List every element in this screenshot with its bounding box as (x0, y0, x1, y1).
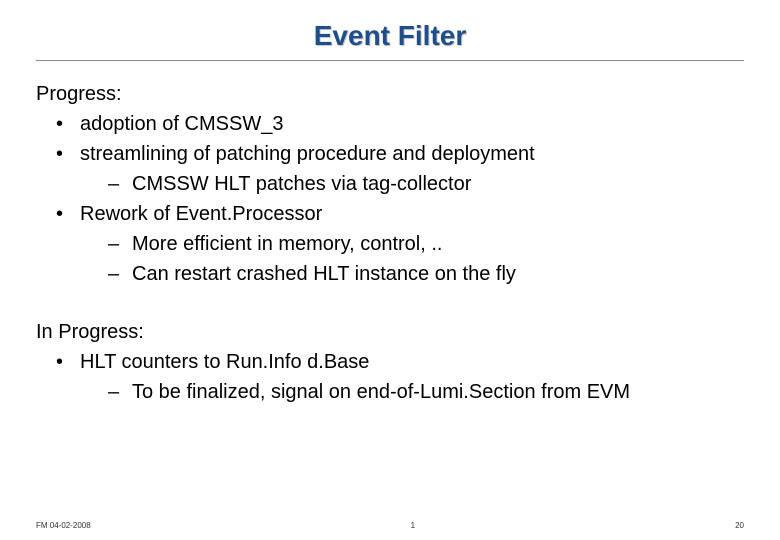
footer-center: 1 (411, 521, 415, 530)
dash-text: CMSSW HLT patches via tag-collector (132, 173, 471, 195)
footer-left: FM 04-02-2008 (36, 521, 91, 530)
slide-title: Event Filter (36, 20, 744, 60)
list-item: HLT counters to Run.Info d.Base To be fi… (56, 347, 744, 407)
title-rule (36, 60, 744, 61)
in-progress-list: HLT counters to Run.Info d.Base To be fi… (56, 347, 744, 407)
list-item: To be finalized, signal on end-of-Lumi.S… (108, 377, 744, 407)
footer-right: 20 (735, 521, 744, 530)
list-item: Rework of Event.Processor More efficient… (56, 199, 744, 289)
list-item: More efficient in memory, control, .. (108, 229, 744, 259)
slide-body: Progress: adoption of CMSSW_3 streamlini… (36, 79, 744, 407)
progress-list: adoption of CMSSW_3 streamlining of patc… (56, 109, 744, 289)
progress-label: Progress: (36, 79, 744, 109)
in-progress-label: In Progress: (36, 317, 744, 347)
list-item: CMSSW HLT patches via tag-collector (108, 169, 744, 199)
list-item: streamlining of patching procedure and d… (56, 139, 744, 199)
sub-list: More efficient in memory, control, .. Ca… (108, 229, 744, 289)
dash-text: Can restart crashed HLT instance on the … (132, 263, 516, 285)
footer: FM 04-02-2008 1 20 (36, 521, 744, 530)
dash-text: To be finalized, signal on end-of-Lumi.S… (132, 381, 630, 403)
list-item: adoption of CMSSW_3 (56, 109, 744, 139)
dash-text: More efficient in memory, control, .. (132, 233, 442, 255)
sub-list: CMSSW HLT patches via tag-collector (108, 169, 744, 199)
bullet-text: HLT counters to Run.Info d.Base (80, 351, 369, 373)
bullet-text: streamlining of patching procedure and d… (80, 143, 535, 165)
list-item: Can restart crashed HLT instance on the … (108, 259, 744, 289)
sub-list: To be finalized, signal on end-of-Lumi.S… (108, 377, 744, 407)
bullet-text: Rework of Event.Processor (80, 203, 322, 225)
bullet-text: adoption of CMSSW_3 (80, 113, 283, 135)
slide: Event Filter Progress: adoption of CMSSW… (0, 0, 780, 540)
